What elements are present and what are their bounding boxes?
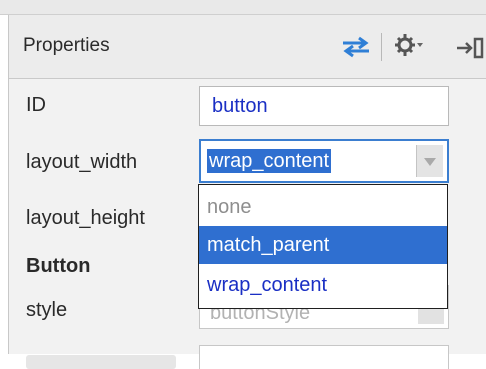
layout-width-label: layout_width [26, 151, 138, 173]
swap-arrows-icon[interactable] [339, 36, 373, 58]
layout-width-combobox[interactable]: wrap_content [199, 139, 449, 183]
option-wrap-content[interactable]: wrap_content [199, 265, 447, 305]
option-none[interactable]: none [199, 187, 447, 227]
layout-width-dropdown-button[interactable] [416, 145, 443, 177]
layout-width-options-list: none match_parent wrap_content [198, 184, 448, 309]
layout-height-label: layout_height [26, 207, 145, 229]
window-top-strip [0, 0, 486, 15]
panel-title: Properties [23, 35, 110, 56]
button-section-label: Button [26, 255, 91, 277]
id-field[interactable]: button [199, 86, 449, 126]
properties-panel: Properties ID button layout_width wrap_c… [8, 15, 486, 369]
panel-header: Properties [9, 15, 486, 79]
pin-icon[interactable] [455, 37, 485, 59]
next-property-label [26, 355, 176, 369]
layout-width-value: wrap_content [207, 149, 332, 173]
toolbar-separator [381, 33, 382, 61]
gear-icon[interactable] [395, 33, 423, 59]
option-match-parent[interactable]: match_parent [199, 226, 447, 264]
id-label: ID [26, 94, 46, 116]
id-value: button [212, 95, 268, 117]
next-property-field[interactable] [199, 345, 449, 369]
style-label: style [26, 299, 68, 321]
chevron-down-icon [424, 158, 436, 166]
